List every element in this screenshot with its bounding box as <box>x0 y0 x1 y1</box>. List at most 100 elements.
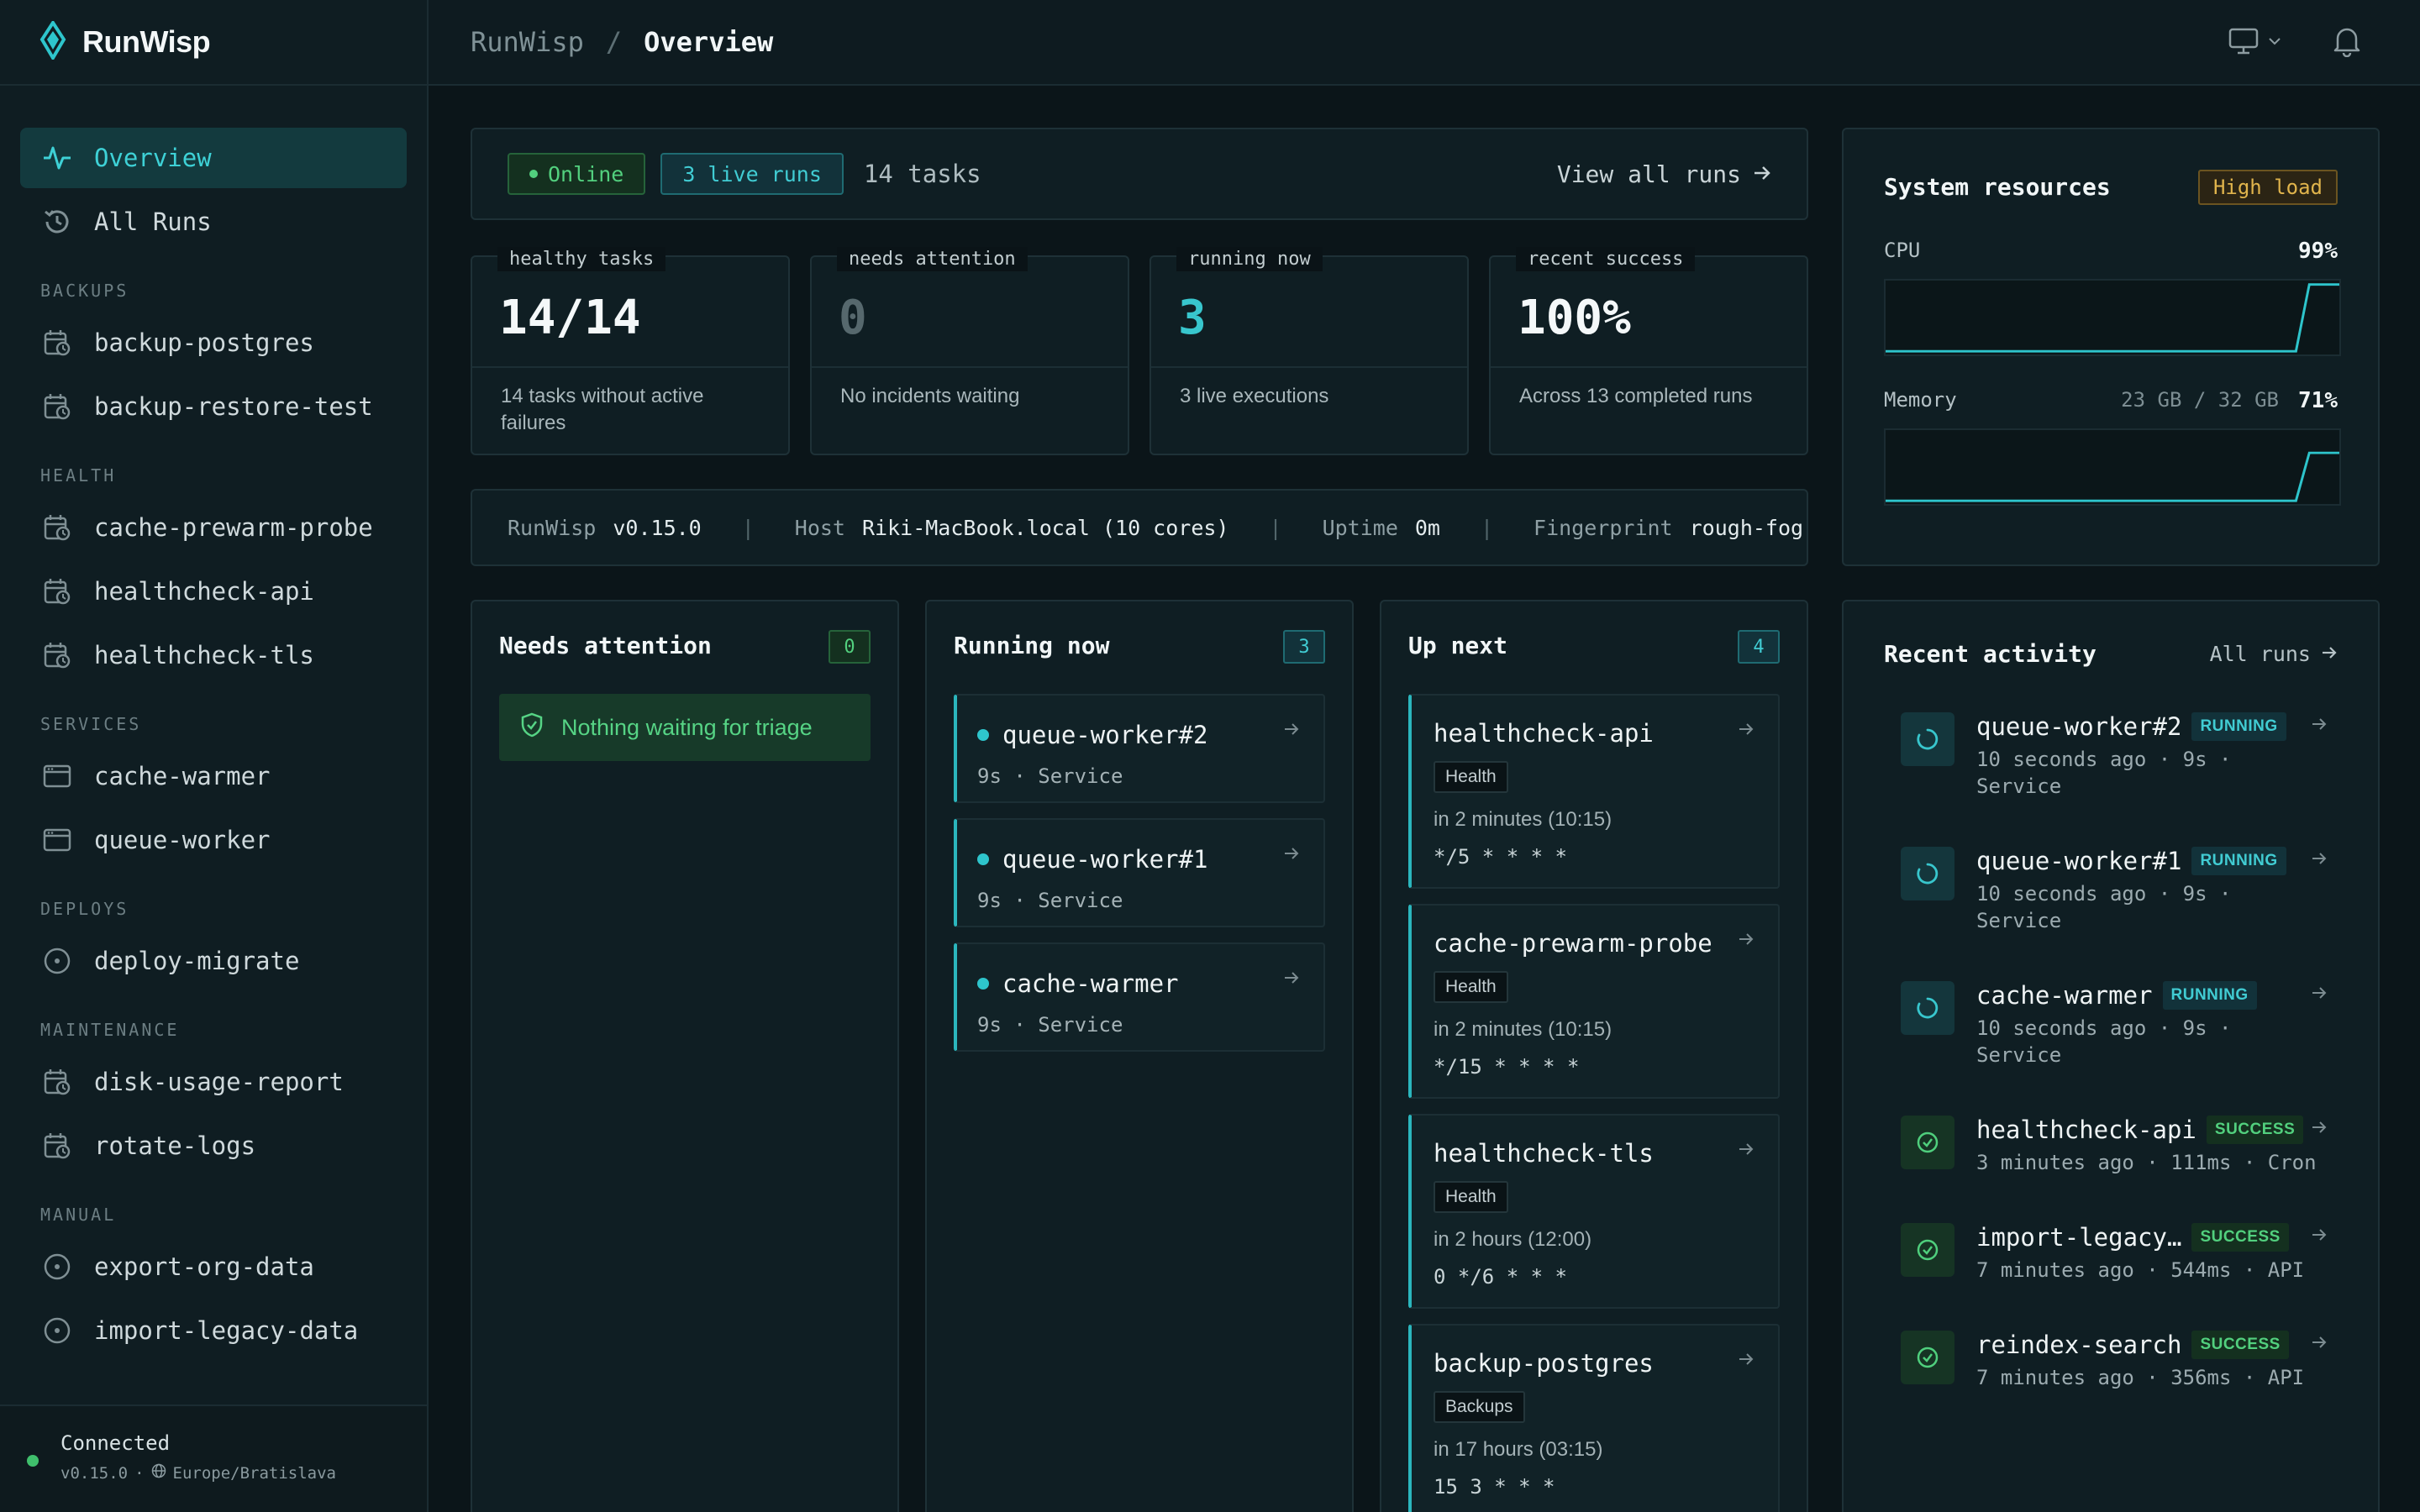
recent-activity-title: Recent activity <box>1884 640 2096 668</box>
running-card[interactable]: cache-warmer 9s · Service <box>954 942 1325 1052</box>
info-host-value: Riki-MacBook.local (10 cores) <box>862 515 1229 540</box>
upcoming-card[interactable]: backup-postgres Backups in 17 hours (03:… <box>1408 1324 1780 1512</box>
activity-item[interactable]: cache-warmer RUNNING 10 seconds ago · 9s … <box>1901 981 2328 1082</box>
target-icon <box>40 1314 74 1347</box>
upcoming-card[interactable]: healthcheck-tls Health in 2 hours (12:00… <box>1408 1114 1780 1309</box>
window-icon <box>40 759 74 793</box>
activity-name: reindex-search SUCCESS <box>1976 1331 2289 1359</box>
info-separator: | <box>1480 515 1494 540</box>
sidebar-item-cache-warmer[interactable]: cache-warmer <box>20 746 407 806</box>
sidebar-item-label: import-legacy-data <box>94 1316 359 1345</box>
running-task-name: queue-worker#1 <box>1002 845 1208 874</box>
sidebar-item-all-runs[interactable]: All Runs <box>20 192 407 252</box>
breadcrumb-root[interactable]: RunWisp <box>471 26 584 58</box>
activity-name: queue-worker#2 RUNNING <box>1976 712 2286 741</box>
calendar-clock-icon <box>40 638 74 672</box>
brand[interactable]: RunWisp <box>0 0 427 86</box>
running-card-meta: 9s · Service <box>977 889 1123 912</box>
sidebar-item-label: Overview <box>94 144 212 172</box>
connection-status-dot <box>27 1455 39 1467</box>
activity-task-name: reindex-search <box>1976 1331 2182 1359</box>
sidebar-item-label: backup-postgres <box>94 328 314 357</box>
upcoming-card[interactable]: healthcheck-api Health in 2 minutes (10:… <box>1408 694 1780 889</box>
activity-item[interactable]: reindex-search SUCCESS 7 minutes ago · 35… <box>1901 1331 2328 1406</box>
calendar-clock-icon <box>40 390 74 423</box>
activity-item[interactable]: import-legacy… SUCCESS 7 minutes ago · 54… <box>1901 1223 2328 1299</box>
activity-item[interactable]: healthcheck-api SUCCESS 3 minutes ago · 1… <box>1901 1116 2328 1191</box>
activity-item[interactable]: queue-worker#1 RUNNING 10 seconds ago · 9… <box>1901 847 2328 948</box>
info-app-key: RunWisp <box>508 515 597 540</box>
section-label-services: SERVICES <box>40 714 142 734</box>
stat-value: 0 <box>839 291 867 345</box>
running-dot <box>977 853 989 865</box>
sidebar-item-rotate-logs[interactable]: rotate-logs <box>20 1116 407 1176</box>
sidebar-item-label: healthcheck-tls <box>94 641 314 669</box>
info-uptime-key: Uptime <box>1322 515 1398 540</box>
system-resources-title: System resources <box>1884 173 2111 201</box>
sidebar-item-export-org-data[interactable]: export-org-data <box>20 1236 407 1297</box>
sidebar-item-healthcheck-tls[interactable]: healthcheck-tls <box>20 625 407 685</box>
spinner-icon <box>1901 847 1954 900</box>
live-runs-badge[interactable]: 3 live runs <box>660 153 844 195</box>
running-dot <box>977 978 989 990</box>
display-mode-button[interactable] <box>2228 27 2282 60</box>
arrow-right-icon <box>2311 984 2328 1005</box>
sidebar-item-backup-restore-test[interactable]: backup-restore-test <box>20 376 407 437</box>
calendar-clock-icon <box>40 575 74 608</box>
sidebar-item-queue-worker[interactable]: queue-worker <box>20 810 407 870</box>
running-card-meta: 9s · Service <box>977 1013 1123 1037</box>
running-card[interactable]: queue-worker#2 9s · Service <box>954 694 1325 803</box>
section-label-deploys: DEPLOYS <box>40 899 129 919</box>
sidebar-nav: Overview All Runs BACKUPS backup-postgre… <box>0 86 427 1361</box>
status-badge: SUCCESS <box>2191 1331 2289 1359</box>
runwisp-logo-icon <box>39 18 67 64</box>
page-title: Overview <box>644 26 774 58</box>
online-badge: Online <box>508 153 646 195</box>
arrow-right-icon <box>1738 721 1754 742</box>
running-card-name: queue-worker#1 <box>977 845 1207 874</box>
empty-triage-text: Nothing waiting for triage <box>561 714 813 740</box>
memory-label: Memory <box>1884 388 1957 412</box>
stat-label: healthy tasks <box>497 247 666 271</box>
sidebar-item-import-legacy-data[interactable]: import-legacy-data <box>20 1300 407 1361</box>
sidebar-item-cache-prewarm-probe[interactable]: cache-prewarm-probe <box>20 497 407 558</box>
connection-label: Connected <box>60 1431 171 1455</box>
activity-task-name: queue-worker#2 <box>1976 712 2182 741</box>
sidebar-item-label: disk-usage-report <box>94 1068 344 1096</box>
activity-meta: 10 seconds ago · 9s · Service <box>1976 882 2232 932</box>
sidebar-item-overview[interactable]: Overview <box>20 128 407 188</box>
sidebar-item-label: All Runs <box>94 207 212 236</box>
running-card[interactable]: queue-worker#1 9s · Service <box>954 818 1325 927</box>
calendar-clock-icon <box>40 1129 74 1163</box>
up-next-count: 4 <box>1738 630 1780 664</box>
view-all-runs-link[interactable]: View all runs <box>1557 160 1771 188</box>
arrow-right-icon <box>2311 1334 2328 1355</box>
upcoming-card[interactable]: cache-prewarm-probe Health in 2 minutes … <box>1408 904 1780 1099</box>
section-label-manual: MANUAL <box>40 1205 117 1225</box>
category-tag: Health <box>1434 761 1508 793</box>
all-runs-link[interactable]: All runs <box>2210 642 2338 666</box>
up-next-title: Up next <box>1408 632 1508 659</box>
activity-item[interactable]: queue-worker#2 RUNNING 10 seconds ago · 9… <box>1901 712 2328 813</box>
activity-task-name: cache-warmer <box>1976 981 2153 1010</box>
arrow-right-icon <box>1283 969 1300 990</box>
globe-icon <box>151 1463 166 1483</box>
memory-sparkline <box>1884 428 2341 506</box>
stat-card-running-now: running now 3 3 live executions <box>1150 247 1469 455</box>
upcoming-task-name: healthcheck-api <box>1434 719 1654 748</box>
info-host-key: Host <box>794 515 845 540</box>
upcoming-task-name: cache-prewarm-probe <box>1434 929 1712 958</box>
sidebar-item-label: cache-prewarm-probe <box>94 513 373 542</box>
sidebar-item-deploy-migrate[interactable]: deploy-migrate <box>20 931 407 991</box>
stat-card-healthy-tasks: healthy tasks 14/14 14 tasks without act… <box>471 247 790 455</box>
sidebar-item-backup-postgres[interactable]: backup-postgres <box>20 312 407 373</box>
notifications-bell-icon[interactable] <box>2333 25 2361 61</box>
stat-value: 3 <box>1178 291 1207 345</box>
needs-attention-panel: Needs attention 0 Nothing waiting for tr… <box>471 600 899 1512</box>
sidebar-item-disk-usage-report[interactable]: disk-usage-report <box>20 1052 407 1112</box>
sidebar-item-label: rotate-logs <box>94 1131 256 1160</box>
activity-task-name: import-legacy… <box>1976 1223 2182 1252</box>
stat-value: 14/14 <box>499 291 641 345</box>
sidebar-item-healthcheck-api[interactable]: healthcheck-api <box>20 561 407 622</box>
arrow-right-icon <box>1738 1141 1754 1162</box>
